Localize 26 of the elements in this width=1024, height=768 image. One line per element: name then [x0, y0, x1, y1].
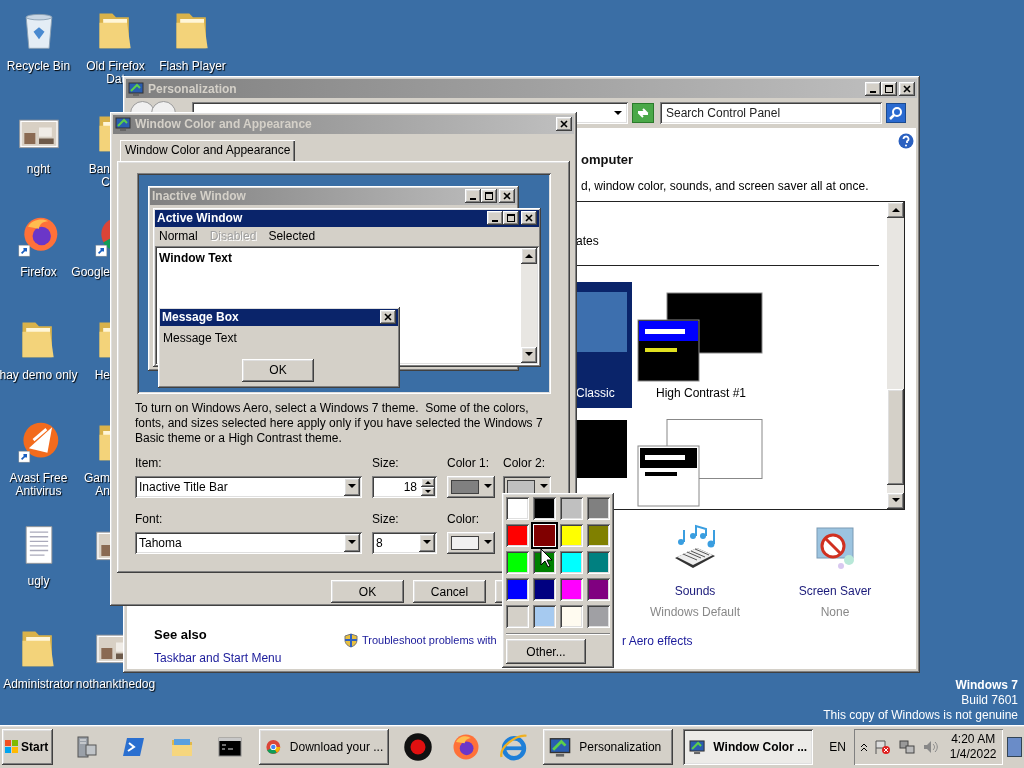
page-heading: omputer: [581, 151, 634, 169]
theme-group-label: ates: [576, 232, 600, 250]
field-label: Color:: [447, 510, 480, 528]
field-label: Size:: [372, 454, 400, 472]
window-title: Inactive Window: [152, 188, 247, 206]
field-label: Color 2:: [503, 454, 547, 472]
window-title: Active Window: [157, 210, 244, 228]
field-label: Font:: [135, 510, 164, 528]
theme-label: Classic: [576, 384, 616, 402]
page-description: d, window color, sounds, and screen saver all at once.: [581, 177, 870, 195]
edition-text: Windows 7: [955, 678, 1018, 693]
window-title: Window Color and Appearance: [135, 116, 313, 134]
theme-label: High Contrast #1: [655, 384, 746, 402]
message-text: Message Text: [163, 329, 238, 347]
field-label: Color 1:: [447, 454, 491, 472]
setting-value: None: [820, 603, 850, 621]
section-heading: See also: [154, 625, 208, 644]
window-text: Window Text: [158, 249, 232, 267]
window-title: Message Box: [162, 309, 240, 327]
window-title: Personalization: [148, 80, 238, 98]
setting-value: Windows Default: [649, 603, 740, 621]
build-text: Build 7601: [961, 693, 1018, 708]
note-text: To turn on Windows Aero, select a Windows 7 theme. Some of the colors, fonts, and sizes selected here apply only if you have selected the Windows 7 Basic theme or a High Contrast theme.: [135, 400, 544, 446]
field-label: Size:: [372, 510, 400, 528]
genuine-notice: This copy of Windows is not genuine: [823, 708, 1018, 723]
field-label: Item:: [135, 454, 163, 472]
